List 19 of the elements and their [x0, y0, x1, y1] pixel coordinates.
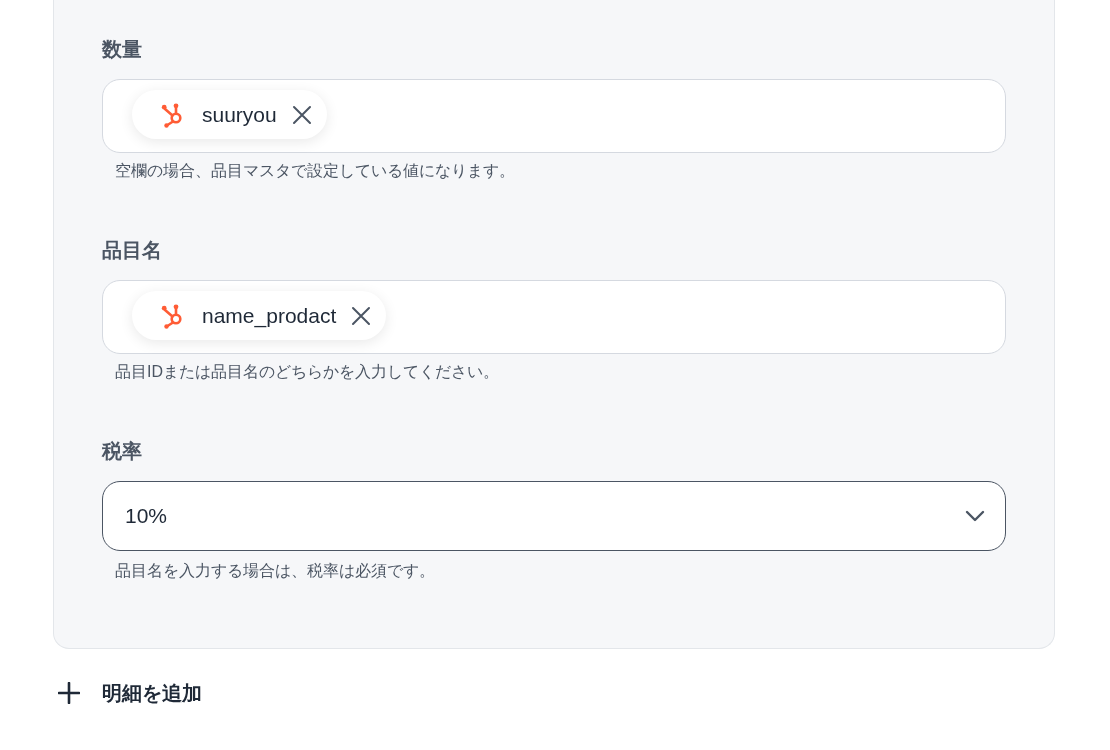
field-label: 数量	[102, 37, 143, 62]
field-hint: 空欄の場合、品目マスタで設定している値になります。	[114, 161, 516, 181]
field-label: 品目名	[102, 238, 163, 263]
field-hint: 品目IDまたは品目名のどちらかを入力してください。	[114, 362, 500, 382]
select-value: 10%	[125, 503, 168, 529]
variable-chip[interactable]: suuryou	[132, 90, 327, 139]
field-hint: 品目名を入力する場合は、税率は必須です。	[114, 561, 436, 581]
chip-label: name_prodact	[202, 302, 337, 330]
select-field[interactable]: 10%	[102, 481, 1006, 551]
chip-label: suuryou	[202, 101, 277, 128]
field-label: 税率	[102, 439, 143, 464]
token-input-field[interactable]: name_prodact	[102, 280, 1006, 354]
plus-icon	[58, 682, 80, 704]
add-line-button[interactable]: 明細を追加	[58, 678, 202, 708]
token-input-field[interactable]: suuryou	[102, 79, 1006, 153]
close-icon[interactable]	[291, 104, 312, 125]
variable-chip[interactable]: name_prodact	[132, 291, 387, 340]
close-icon[interactable]	[351, 305, 372, 326]
chevron-down-icon	[965, 510, 985, 522]
